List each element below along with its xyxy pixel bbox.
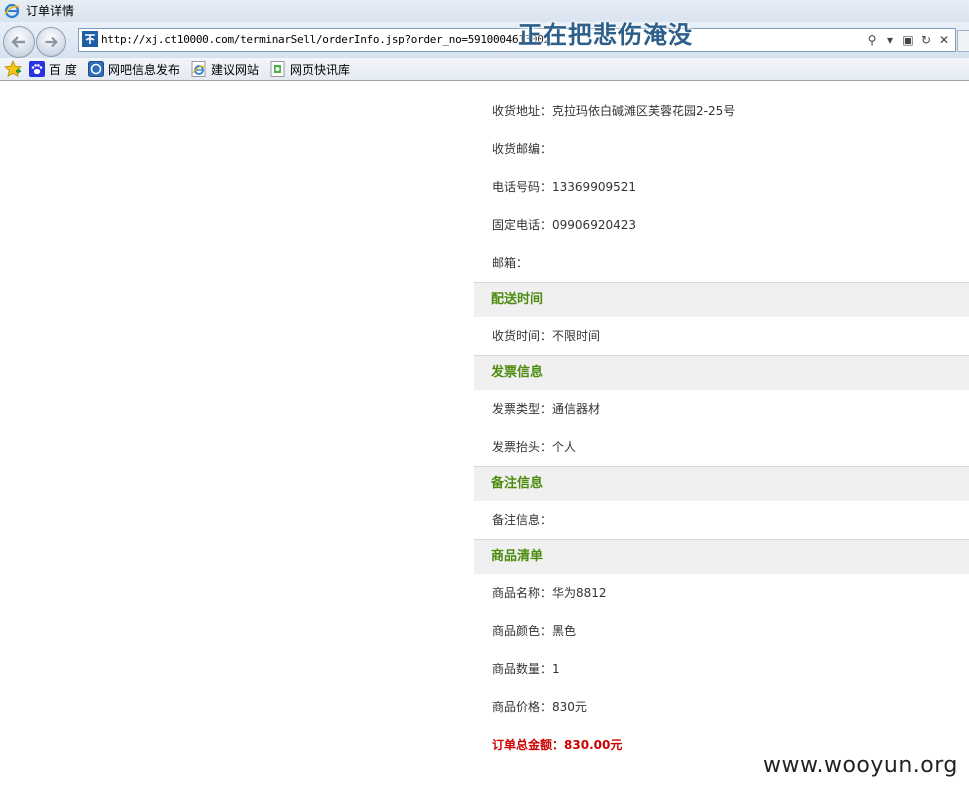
address-tools: ⚲ ▾ ▣ ↻ ✕	[865, 32, 951, 48]
webslice-icon	[270, 61, 285, 77]
field-label: 发票抬头：	[492, 440, 553, 454]
favorite-label: 网吧信息发布	[108, 62, 181, 77]
favorite-web-slice-gallery[interactable]: 网页快讯库	[270, 60, 350, 78]
phone-row: 电话号码：13369909521	[474, 168, 969, 206]
invoice-type-value: 通信器材	[552, 402, 601, 416]
ie-page-icon	[88, 61, 104, 77]
product-quantity-row: 商品数量：1	[474, 650, 969, 688]
arrow-right-icon	[45, 36, 58, 48]
product-price-value: 830元	[552, 700, 587, 714]
field-label: 收货地址：	[492, 104, 553, 118]
product-name-row: 商品名称：华为8812	[474, 574, 969, 612]
postal-code-row: 收货邮编：	[474, 130, 969, 168]
field-label: 备注信息：	[492, 513, 553, 527]
favorite-label: 网页快讯库	[290, 62, 351, 77]
products-section-header: 商品清单	[474, 539, 969, 574]
url-text[interactable]: http://xj.ct10000.com/terminarSell/order…	[101, 32, 550, 48]
overlay-caption: 正在把悲伤淹没	[518, 21, 693, 49]
field-label: 收货时间：	[492, 329, 553, 343]
field-label: 邮箱：	[492, 256, 529, 270]
product-name-value: 华为8812	[552, 586, 607, 600]
field-label: 电话号码：	[492, 180, 553, 194]
navigation-bar: http://xj.ct10000.com/terminarSell/order…	[0, 22, 969, 58]
invoice-title-row: 发票抬头：个人	[474, 428, 969, 466]
favorite-baidu[interactable]: 百 度	[29, 60, 77, 78]
product-price-row: 商品价格：830元	[474, 688, 969, 726]
new-tab-stub[interactable]	[957, 30, 969, 52]
site-favicon-icon	[82, 31, 98, 47]
phone-value: 13369909521	[552, 180, 636, 194]
field-label: 发票类型：	[492, 402, 553, 416]
delivery-section-header: 配送时间	[474, 282, 969, 317]
address-bar[interactable]: http://xj.ct10000.com/terminarSell/order…	[78, 28, 956, 52]
favorite-netbar-info[interactable]: 网吧信息发布	[88, 60, 180, 78]
invoice-type-row: 发票类型：通信器材	[474, 390, 969, 428]
invoice-title-value: 个人	[552, 440, 577, 454]
field-label: 商品数量：	[492, 662, 553, 676]
product-color-row: 商品颜色：黑色	[474, 612, 969, 650]
ie-e-icon	[191, 61, 206, 77]
search-icon[interactable]: ⚲	[865, 33, 879, 47]
dropdown-icon[interactable]: ▾	[883, 33, 897, 47]
favorite-label: 百 度	[49, 62, 77, 77]
ie-logo-icon	[4, 3, 20, 19]
delivery-time-value: 不限时间	[552, 329, 601, 343]
field-label: 商品名称：	[492, 586, 553, 600]
favorites-bar: 百 度 网吧信息发布 建议网站 网页快讯库	[0, 58, 969, 81]
field-label: 商品价格：	[492, 700, 553, 714]
remarks-section-header: 备注信息	[474, 466, 969, 501]
refresh-icon[interactable]: ↻	[919, 33, 933, 47]
favorite-suggested-sites[interactable]: 建议网站	[191, 60, 259, 78]
compat-view-icon[interactable]: ▣	[901, 33, 915, 47]
field-label: 商品颜色：	[492, 624, 553, 638]
arrow-left-icon	[11, 36, 25, 48]
field-label: 固定电话：	[492, 218, 553, 232]
product-color-value: 黑色	[552, 624, 577, 638]
shipping-address-value: 克拉玛依白碱滩区芙蓉花园2-25号	[552, 104, 736, 118]
landline-value: 09906920423	[552, 218, 636, 232]
watermark: www.wooyun.org	[763, 753, 958, 778]
order-details: 收货地址：克拉玛依白碱滩区芙蓉花园2-25号 收货邮编： 电话号码：133699…	[474, 92, 969, 764]
forward-button[interactable]	[36, 27, 66, 57]
invoice-section-header: 发票信息	[474, 355, 969, 390]
product-quantity-value: 1	[552, 662, 560, 676]
field-label: 收货邮编：	[492, 142, 553, 156]
back-button[interactable]	[3, 26, 35, 58]
landline-row: 固定电话：09906920423	[474, 206, 969, 244]
window-title: 订单详情	[26, 4, 75, 18]
window-titlebar: 订单详情	[0, 0, 969, 23]
email-row: 邮箱：	[474, 244, 969, 282]
favorites-star-icon[interactable]	[4, 60, 22, 78]
shipping-address-row: 收货地址：克拉玛依白碱滩区芙蓉花园2-25号	[474, 92, 969, 130]
order-total-label: 订单总金额：	[492, 738, 565, 752]
order-total-value: 830.00元	[564, 738, 623, 752]
paw-icon	[29, 61, 45, 77]
stop-icon[interactable]: ✕	[937, 33, 951, 47]
delivery-time-row: 收货时间：不限时间	[474, 317, 969, 355]
favorite-label: 建议网站	[211, 62, 260, 77]
remarks-row: 备注信息：	[474, 501, 969, 539]
